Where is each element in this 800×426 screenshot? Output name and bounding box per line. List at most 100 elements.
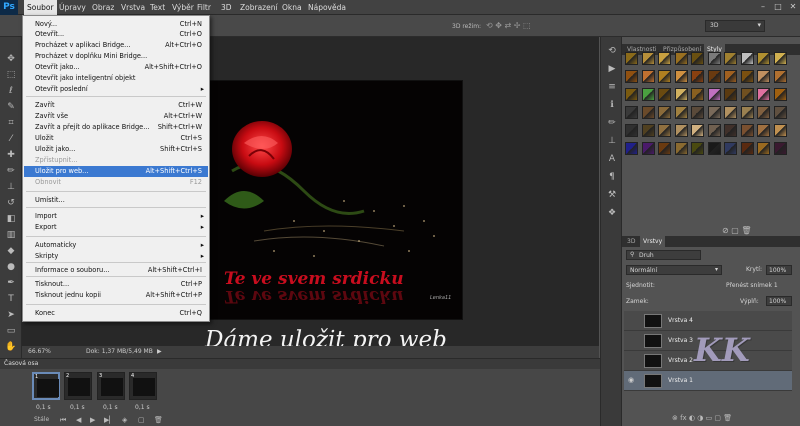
style-swatch[interactable] <box>625 52 638 65</box>
frame-4-duration[interactable]: 0,1 s <box>135 404 150 411</box>
style-swatch[interactable] <box>641 106 655 119</box>
brush-presets-icon[interactable]: ✏ <box>606 117 618 129</box>
character-icon[interactable]: A <box>606 153 618 165</box>
style-swatch[interactable] <box>625 106 638 119</box>
style-swatch[interactable] <box>674 106 688 119</box>
style-swatch[interactable] <box>757 88 770 101</box>
style-swatch[interactable] <box>773 142 787 155</box>
style-swatch[interactable] <box>658 142 671 155</box>
menu-soubor[interactable]: Soubor <box>24 0 57 15</box>
quick-select-icon[interactable]: ✎ <box>4 101 18 113</box>
menu-item[interactable]: Import ▸ <box>24 211 208 222</box>
layer-filter-select[interactable]: ⚲ Druh <box>626 250 701 260</box>
crop-tool-icon[interactable]: ⌗ <box>4 117 18 129</box>
style-swatch[interactable] <box>707 142 721 155</box>
style-swatch[interactable] <box>658 88 671 101</box>
style-swatch[interactable] <box>625 70 638 83</box>
fill-input[interactable]: 100% <box>766 296 792 306</box>
dodge-tool-icon[interactable]: ● <box>4 261 18 273</box>
menu-zobrazeni[interactable]: Zobrazení <box>237 0 281 15</box>
style-swatch[interactable] <box>757 52 770 65</box>
style-swatch[interactable] <box>740 52 754 65</box>
style-swatch[interactable] <box>641 70 655 83</box>
menu-item[interactable]: Zavřít vše Alt+Ctrl+W <box>24 111 208 122</box>
style-swatch[interactable] <box>691 106 704 119</box>
style-swatch[interactable] <box>773 88 787 101</box>
style-swatch[interactable] <box>691 142 704 155</box>
style-swatch[interactable] <box>724 124 737 137</box>
menu-item[interactable]: Otevřít jako... Alt+Shift+Ctrl+O <box>24 62 208 73</box>
menu-napoveda[interactable]: Nápověda <box>305 0 349 15</box>
menu-item[interactable]: Procházet v aplikaci Bridge... Alt+Ctrl+O <box>24 40 208 51</box>
frame-3[interactable]: 3 <box>97 372 125 400</box>
style-swatch[interactable] <box>740 70 754 83</box>
menu-item[interactable]: Umístit... <box>24 195 208 206</box>
style-swatch[interactable] <box>724 88 737 101</box>
style-swatch[interactable] <box>724 106 737 119</box>
opacity-input[interactable]: 100% <box>766 265 792 275</box>
menu-okna[interactable]: Okna <box>279 0 305 15</box>
menu-item[interactable]: Export ▸ <box>24 222 208 233</box>
style-swatch[interactable] <box>658 124 671 137</box>
next-frame-icon[interactable]: ▶▏ <box>104 416 115 424</box>
menu-item[interactable]: Uložit jako... Shift+Ctrl+S <box>24 144 208 155</box>
frame-2-duration[interactable]: 0,1 s <box>70 404 85 411</box>
3d-icon[interactable]: ❖ <box>606 207 618 219</box>
menu-filtr[interactable]: Filtr <box>194 0 214 15</box>
new-frame-icon[interactable]: ▢ <box>138 416 145 424</box>
maximize-icon[interactable]: □ <box>771 2 785 12</box>
3d-mode-icons[interactable]: ⟲ ✥ ⇄ ✢ ⬚ <box>486 21 531 30</box>
move-tool-icon[interactable]: ✥ <box>4 53 18 65</box>
prev-frame-icon[interactable]: ◀ <box>76 416 81 424</box>
tool-presets-icon[interactable]: ⚒ <box>606 189 618 201</box>
menu-obraz[interactable]: Obraz <box>89 0 117 15</box>
menu-text[interactable]: Text <box>147 0 168 15</box>
zoom-level[interactable]: 66.67% <box>28 346 51 358</box>
image-canvas[interactable]: Te ve svem srdicku Te ve svem srdicku Le… <box>203 80 463 320</box>
history-brush-icon[interactable]: ↺ <box>4 197 18 209</box>
style-swatch[interactable] <box>658 106 671 119</box>
frame-2[interactable]: 2 <box>64 372 92 400</box>
actions-icon[interactable]: ▶ <box>606 63 618 75</box>
menu-item[interactable]: Informace o souboru... Alt+Shift+Ctrl+I <box>24 265 208 276</box>
tween-icon[interactable]: ◈ <box>122 416 127 424</box>
frame-1[interactable]: 1 <box>32 372 60 400</box>
style-swatch[interactable] <box>757 106 770 119</box>
style-swatch[interactable] <box>691 124 704 137</box>
style-swatch[interactable] <box>625 88 638 101</box>
frame-4[interactable]: 4 <box>129 372 157 400</box>
style-swatch[interactable] <box>707 124 721 137</box>
style-swatch[interactable] <box>674 88 688 101</box>
style-swatch[interactable] <box>625 142 638 155</box>
menu-item[interactable]: Zavřít a přejít do aplikace Bridge... Shi… <box>24 122 208 133</box>
shape-tool-icon[interactable]: ▭ <box>4 325 18 337</box>
blend-mode-select[interactable]: Normální ▾ <box>626 265 722 275</box>
paragraph-icon[interactable]: ¶ <box>606 171 618 183</box>
status-arrow-icon[interactable]: ▶ <box>157 346 162 358</box>
layer-row[interactable]: Vrstva 4 <box>624 311 792 331</box>
style-swatch[interactable] <box>740 142 754 155</box>
style-swatch[interactable] <box>674 124 688 137</box>
style-swatch[interactable] <box>724 142 737 155</box>
tab-vrstvy[interactable]: Vrstvy <box>640 236 666 247</box>
style-swatch[interactable] <box>773 70 787 83</box>
styles-footer-icons[interactable]: ⊘ ▢ 🗑 <box>722 226 752 235</box>
menu-item[interactable]: Automaticky ▸ <box>24 240 208 251</box>
style-swatch[interactable] <box>658 52 671 65</box>
menu-item[interactable]: Tisknout jednu kopii Alt+Shift+Ctrl+P <box>24 290 208 301</box>
path-select-icon[interactable]: ➤ <box>4 309 18 321</box>
style-swatch[interactable] <box>674 70 688 83</box>
menu-3d[interactable]: 3D <box>218 0 235 15</box>
style-swatch[interactable] <box>658 70 671 83</box>
menu-item[interactable]: Konec Ctrl+Q <box>24 308 208 319</box>
layer-row-selected[interactable]: ◉ Vrstva 1 <box>624 371 792 391</box>
style-swatch[interactable] <box>641 52 655 65</box>
healing-brush-icon[interactable]: ✚ <box>4 149 18 161</box>
history-icon[interactable]: ⟲ <box>606 45 618 57</box>
style-swatch[interactable] <box>724 70 737 83</box>
menu-vyber[interactable]: Výběr <box>169 0 197 15</box>
frame-1-duration[interactable]: 0,1 s <box>36 404 51 411</box>
clone-source-icon[interactable]: ⊥ <box>606 135 618 147</box>
style-swatch[interactable] <box>740 106 754 119</box>
menu-item[interactable]: Otevřít jako inteligentní objekt <box>24 73 208 84</box>
